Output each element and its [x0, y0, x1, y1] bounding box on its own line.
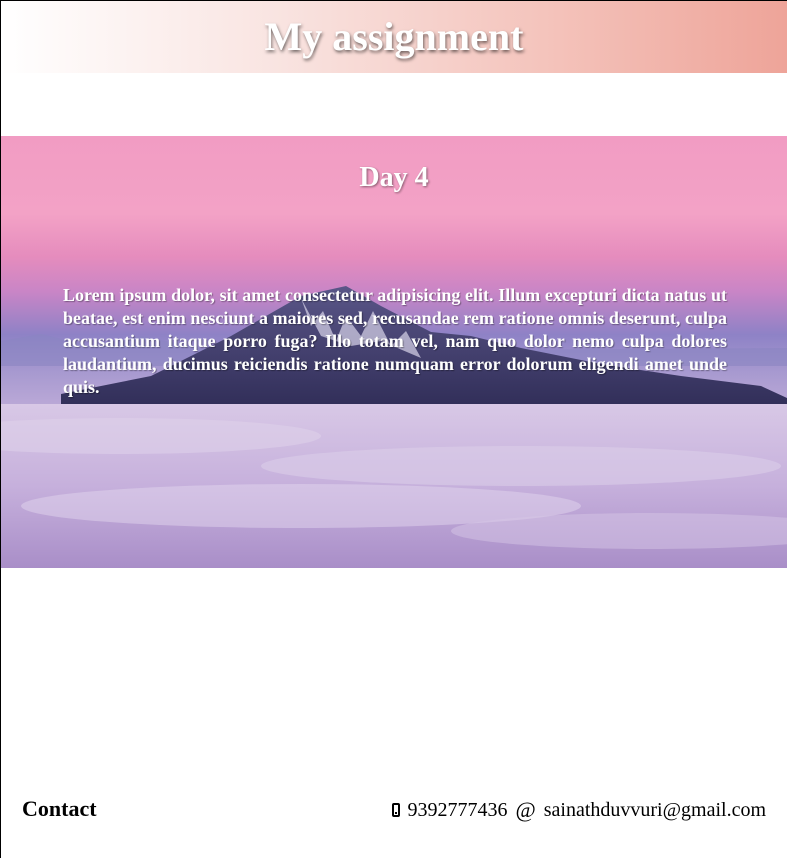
page-title: My assignment [264, 14, 524, 59]
page-footer: Contact 9392777436 @ sainathduvvuri@gmai… [1, 791, 787, 831]
contact-info: 9392777436 @ sainathduvvuri@gmail.com [392, 797, 766, 823]
page-header: My assignment [1, 1, 787, 73]
hero-section: Day 4 Lorem ipsum dolor, sit amet consec… [1, 136, 787, 568]
phone-number: 9392777436 [407, 798, 508, 821]
at-icon: @ [515, 797, 536, 822]
section-heading: Day 4 [359, 162, 429, 193]
section-body-text: Lorem ipsum dolor, sit amet consectetur … [63, 285, 727, 397]
email-address: sainathduvvuri@gmail.com [543, 798, 766, 821]
mobile-phone-icon [392, 803, 401, 817]
page: My assignment Day 4 Lorem ipsum dolor, s… [0, 0, 787, 858]
contact-label: Contact [22, 796, 97, 821]
